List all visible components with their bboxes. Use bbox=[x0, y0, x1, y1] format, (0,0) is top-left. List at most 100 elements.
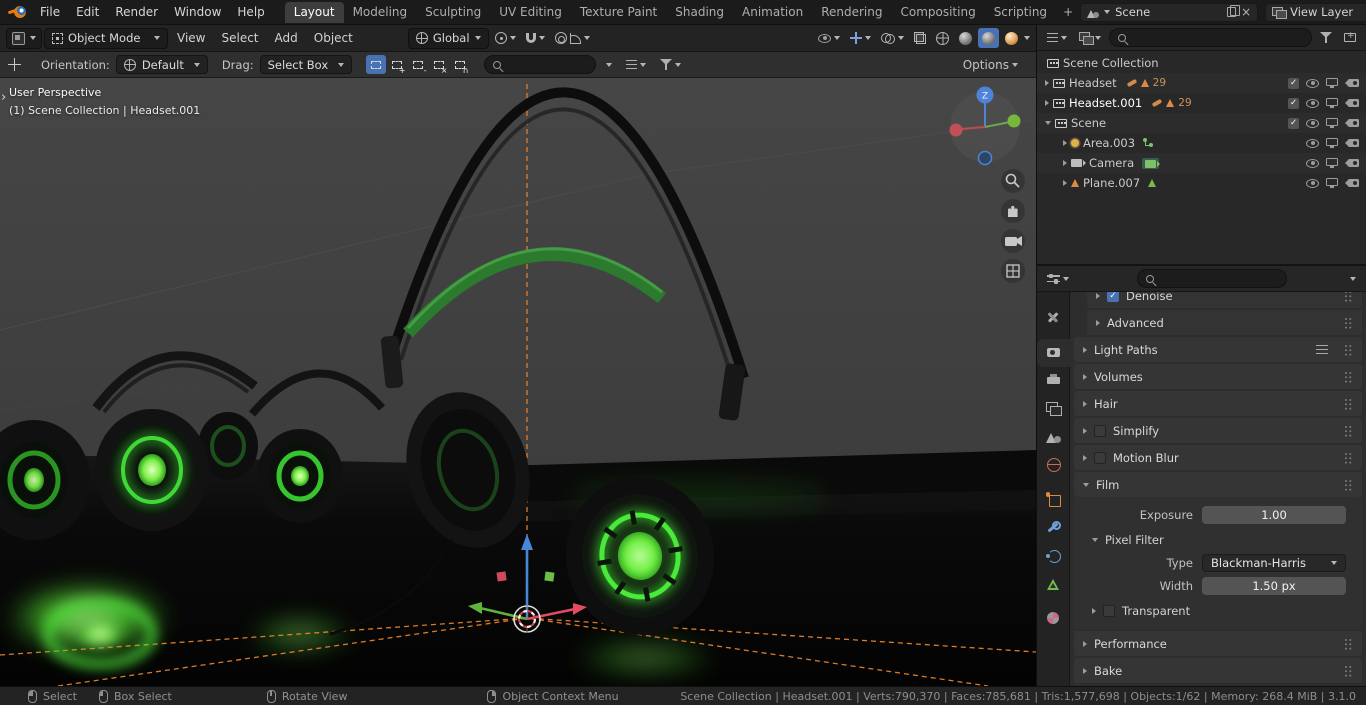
tab-view-layer[interactable] bbox=[1037, 395, 1070, 423]
select-mode-subtract-button[interactable] bbox=[407, 55, 428, 74]
add-workspace-button[interactable]: + bbox=[1056, 3, 1080, 21]
expand-icon[interactable] bbox=[1045, 100, 1049, 106]
expand-icon[interactable] bbox=[1083, 667, 1087, 674]
outliner-row-scene-collection[interactable]: Scene Collection bbox=[1037, 53, 1366, 73]
menu-view[interactable]: View bbox=[170, 27, 212, 49]
presets-icon[interactable] bbox=[1316, 345, 1328, 354]
select-through-dropdown[interactable] bbox=[602, 54, 616, 75]
simplify-checkbox[interactable] bbox=[1094, 424, 1106, 437]
disable-in-viewports-icon[interactable] bbox=[1326, 138, 1338, 148]
select-mode-set-button[interactable] bbox=[365, 55, 386, 74]
menu-render[interactable]: Render bbox=[107, 2, 166, 22]
viewport-ortho-button[interactable] bbox=[1001, 259, 1025, 283]
tab-object-data[interactable] bbox=[1037, 570, 1070, 598]
menu-object[interactable]: Object bbox=[307, 27, 360, 49]
panel-film[interactable]: Film bbox=[1074, 472, 1362, 497]
select-mode-intersect-button[interactable] bbox=[449, 55, 470, 74]
drag-dots-icon[interactable] bbox=[1345, 292, 1353, 302]
menu-help[interactable]: Help bbox=[229, 2, 272, 22]
xray-toggle[interactable] bbox=[910, 28, 930, 49]
pivot-point-dropdown[interactable] bbox=[491, 28, 520, 49]
disable-in-viewports-icon[interactable] bbox=[1326, 118, 1338, 128]
disable-in-renders-icon[interactable] bbox=[1344, 139, 1359, 147]
transparent-subpanel[interactable]: Transparent bbox=[1074, 598, 1362, 623]
panel-bake[interactable]: Bake bbox=[1074, 658, 1362, 683]
exposure-slider[interactable]: 1.00 bbox=[1202, 505, 1346, 524]
hide-in-viewport-icon[interactable] bbox=[1306, 78, 1319, 88]
outliner-display-mode-dropdown[interactable] bbox=[1075, 27, 1105, 48]
expand-icon[interactable] bbox=[1083, 640, 1087, 647]
shading-rendered-button[interactable] bbox=[1001, 28, 1022, 48]
panel-light-paths[interactable]: Light Paths bbox=[1074, 337, 1362, 362]
exclude-checkbox[interactable] bbox=[1288, 97, 1299, 109]
shading-wireframe-button[interactable] bbox=[932, 28, 953, 48]
filter-dropdown[interactable] bbox=[656, 54, 685, 75]
exclude-checkbox[interactable] bbox=[1288, 117, 1299, 129]
panel-denoise[interactable]: Denoise bbox=[1087, 292, 1362, 308]
disable-in-viewports-icon[interactable] bbox=[1326, 98, 1338, 108]
blender-logo-icon[interactable] bbox=[8, 6, 26, 18]
hide-in-viewport-icon[interactable] bbox=[1306, 158, 1319, 168]
expand-icon[interactable] bbox=[1083, 454, 1087, 461]
outliner-row-camera[interactable]: Camera bbox=[1037, 153, 1366, 173]
outliner-row-area-003[interactable]: Area.003 bbox=[1037, 133, 1366, 153]
drag-dots-icon[interactable] bbox=[1345, 344, 1353, 356]
filter-width-slider[interactable]: 1.50 px bbox=[1202, 577, 1346, 595]
axis-y-ball[interactable] bbox=[1007, 114, 1021, 128]
hide-in-viewport-icon[interactable] bbox=[1306, 98, 1319, 108]
expand-icon[interactable] bbox=[1063, 140, 1067, 146]
expand-icon[interactable] bbox=[1045, 80, 1049, 86]
drag-dots-icon[interactable] bbox=[1345, 398, 1353, 410]
workspace-tab-scripting[interactable]: Scripting bbox=[985, 2, 1056, 23]
pixel-filter-type-dropdown[interactable]: Blackman-Harris bbox=[1202, 554, 1346, 572]
panel-hair[interactable]: Hair bbox=[1074, 391, 1362, 416]
disable-in-viewports-icon[interactable] bbox=[1326, 78, 1338, 88]
menu-edit[interactable]: Edit bbox=[68, 2, 107, 22]
expand-icon[interactable] bbox=[1096, 319, 1100, 326]
editor-type-dropdown[interactable] bbox=[6, 27, 42, 49]
outliner-item-label[interactable]: Scene Collection bbox=[1063, 56, 1159, 70]
workspace-tab-sculpting[interactable]: Sculpting bbox=[416, 2, 490, 23]
viewport-search-input[interactable] bbox=[483, 55, 596, 74]
viewport-zoom-button[interactable] bbox=[1001, 169, 1025, 193]
expand-icon[interactable] bbox=[1083, 427, 1087, 434]
tab-object[interactable] bbox=[1037, 486, 1070, 514]
pixel-filter-subpanel[interactable]: Pixel Filter bbox=[1074, 527, 1362, 552]
new-scene-button[interactable] bbox=[1227, 5, 1241, 17]
properties-editor-dropdown[interactable] bbox=[1043, 268, 1073, 289]
viewport-pan-button[interactable] bbox=[1001, 199, 1025, 223]
expand-icon[interactable] bbox=[1083, 400, 1087, 407]
exclude-checkbox[interactable] bbox=[1288, 77, 1299, 89]
toolbar-expand-chevron[interactable] bbox=[1, 90, 6, 105]
expand-icon[interactable] bbox=[1083, 346, 1087, 353]
disable-in-renders-icon[interactable] bbox=[1344, 79, 1359, 87]
view-layer-selector[interactable]: View Layer bbox=[1265, 2, 1366, 22]
gizmos-dropdown[interactable] bbox=[846, 28, 875, 49]
unlink-scene-button[interactable] bbox=[1241, 6, 1251, 18]
drag-dots-icon[interactable] bbox=[1345, 665, 1353, 677]
drag-dots-icon[interactable] bbox=[1345, 425, 1353, 437]
display-filter-dropdown[interactable] bbox=[622, 54, 650, 75]
outliner-row-scene[interactable]: Scene bbox=[1037, 113, 1366, 133]
panel-performance[interactable]: Performance bbox=[1074, 631, 1362, 656]
hide-in-viewport-icon[interactable] bbox=[1306, 138, 1319, 148]
drag-dots-icon[interactable] bbox=[1345, 371, 1353, 383]
panel-advanced[interactable]: Advanced bbox=[1087, 310, 1362, 335]
hide-in-viewport-icon[interactable] bbox=[1306, 178, 1319, 188]
menu-file[interactable]: File bbox=[32, 2, 68, 22]
expand-icon[interactable] bbox=[1063, 180, 1067, 186]
select-mode-invert-button[interactable] bbox=[428, 55, 449, 74]
menu-select[interactable]: Select bbox=[214, 27, 265, 49]
tab-scene[interactable] bbox=[1037, 423, 1070, 451]
panel-motion-blur[interactable]: Motion Blur bbox=[1074, 445, 1362, 470]
disable-in-renders-icon[interactable] bbox=[1344, 99, 1359, 107]
outliner-item-label[interactable]: Area.003 bbox=[1083, 136, 1135, 150]
expand-icon[interactable] bbox=[1096, 292, 1100, 299]
overlays-dropdown[interactable] bbox=[877, 28, 908, 49]
workspace-tab-modeling[interactable]: Modeling bbox=[344, 2, 417, 23]
outliner-row-headset[interactable]: Headset 29 bbox=[1037, 73, 1366, 93]
transform-orientation-dropdown[interactable]: Global bbox=[407, 27, 489, 49]
workspace-tab-rendering[interactable]: Rendering bbox=[812, 2, 891, 23]
outliner-item-label[interactable]: Headset bbox=[1069, 76, 1117, 90]
active-tool-icon[interactable] bbox=[8, 58, 21, 71]
